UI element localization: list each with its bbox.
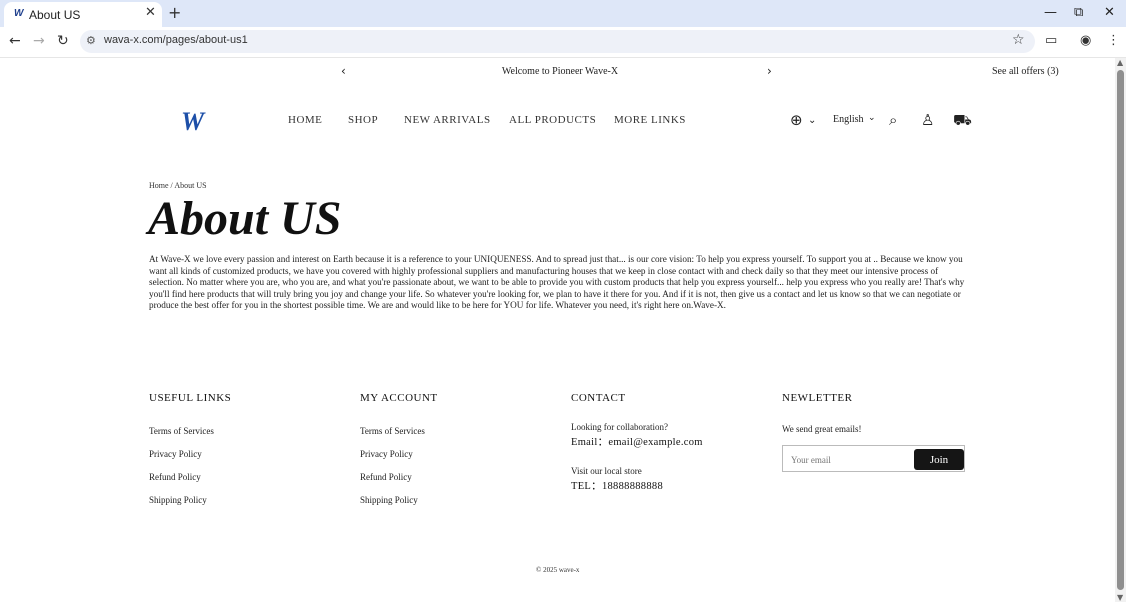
footer-link[interactable]: Shipping Policy bbox=[149, 495, 231, 505]
browser-toolbar: ← → ↻ ⚙ wava-x.com/pages/about-us1 ☆ ▭ ◉… bbox=[0, 27, 1126, 58]
footer-heading: USEFUL LINKS bbox=[149, 392, 232, 404]
newsletter-text: We send great emails! bbox=[782, 424, 862, 434]
nav-new-arrivals[interactable]: NEW ARRIVALS bbox=[404, 114, 491, 126]
page-scrollbar[interactable]: ▲ ▼ bbox=[1115, 58, 1126, 602]
join-button[interactable]: Join bbox=[914, 449, 964, 470]
minimize-icon[interactable]: — bbox=[1044, 5, 1057, 20]
footer-useful-links: USEFUL LINKS Terms of Services Privacy P… bbox=[149, 392, 231, 518]
url-text[interactable]: wava-x.com/pages/about-us1 bbox=[104, 34, 248, 46]
announcement-prev-icon[interactable]: ‹ bbox=[341, 64, 346, 78]
contact-collab-text: Looking for collaboration? bbox=[571, 422, 668, 432]
footer-heading: MY ACCOUNT bbox=[360, 392, 438, 404]
about-body-text: At Wave-X we love every passion and inte… bbox=[149, 254, 965, 311]
footer-link[interactable]: Refund Policy bbox=[149, 472, 231, 482]
footer-heading: NEWLETTER bbox=[782, 392, 853, 404]
new-tab-icon[interactable]: + bbox=[168, 3, 181, 22]
forward-icon[interactable]: → bbox=[33, 33, 45, 49]
footer-link[interactable]: Terms of Services bbox=[149, 426, 231, 436]
site-info-icon[interactable]: ⚙ bbox=[86, 34, 96, 47]
newsletter-form: Join bbox=[782, 445, 965, 472]
contact-store-text: Visit our local store bbox=[571, 466, 642, 476]
nav-home[interactable]: HOME bbox=[288, 114, 322, 126]
chevron-down-icon[interactable]: ⌄ bbox=[808, 115, 816, 126]
contact-email[interactable]: Email：email@example.com bbox=[571, 434, 703, 449]
restore-icon[interactable]: ⧉ bbox=[1074, 5, 1083, 20]
footer-heading: CONTACT bbox=[571, 392, 626, 404]
page-title: About US bbox=[148, 192, 342, 245]
profile-icon[interactable]: ◉ bbox=[1080, 33, 1091, 48]
contact-tel[interactable]: TEL：18888888888 bbox=[571, 478, 703, 493]
copyright-text: © 2025 wave-x bbox=[536, 566, 580, 574]
footer-link[interactable]: Terms of Services bbox=[360, 426, 438, 436]
footer-contact: CONTACT Looking for collaboration? Email… bbox=[571, 392, 703, 493]
browser-tab[interactable]: W About US ✕ bbox=[4, 2, 162, 27]
tab-favicon: W bbox=[14, 8, 24, 19]
footer-link[interactable]: Privacy Policy bbox=[360, 449, 438, 459]
language-selector[interactable]: English bbox=[833, 114, 864, 125]
back-icon[interactable]: ← bbox=[9, 33, 21, 49]
address-bar[interactable]: ⚙ wava-x.com/pages/about-us1 ☆ bbox=[80, 30, 1035, 53]
bookmark-star-icon[interactable]: ☆ bbox=[1012, 32, 1025, 48]
menu-icon[interactable]: ⋮ bbox=[1107, 33, 1120, 48]
close-window-icon[interactable]: ✕ bbox=[1104, 5, 1115, 20]
tab-title: About US bbox=[29, 8, 81, 22]
tab-search-icon[interactable]: ▭ bbox=[1045, 33, 1057, 48]
globe-icon[interactable]: ⊕ bbox=[790, 111, 803, 129]
nav-more-links[interactable]: MORE LINKS bbox=[614, 114, 686, 126]
scroll-down-icon[interactable]: ▼ bbox=[1117, 593, 1123, 602]
announcement-next-icon[interactable]: › bbox=[767, 64, 772, 78]
footer-link[interactable]: Refund Policy bbox=[360, 472, 438, 482]
scroll-up-icon[interactable]: ▲ bbox=[1117, 58, 1123, 67]
footer-newsletter: NEWLETTER We send great emails! bbox=[782, 392, 862, 434]
account-icon[interactable]: ♙ bbox=[921, 111, 934, 129]
footer-link[interactable]: Shipping Policy bbox=[360, 495, 438, 505]
browser-tab-bar: W About US ✕ + — ⧉ ✕ bbox=[0, 0, 1126, 27]
search-icon[interactable]: ⌕ bbox=[889, 111, 897, 129]
language-chevron-icon[interactable]: ⌄ bbox=[868, 113, 876, 123]
reload-icon[interactable]: ↻ bbox=[57, 33, 69, 49]
announcement-text: Welcome to Pioneer Wave-X bbox=[501, 66, 619, 77]
nav-all-products[interactable]: ALL PRODUCTS bbox=[509, 114, 596, 126]
footer-my-account: MY ACCOUNT Terms of Services Privacy Pol… bbox=[360, 392, 438, 518]
close-tab-icon[interactable]: ✕ bbox=[145, 5, 156, 20]
cart-icon[interactable]: ⛟ bbox=[953, 111, 972, 131]
breadcrumb[interactable]: Home / About US bbox=[149, 181, 207, 190]
site-logo[interactable]: W bbox=[181, 107, 204, 137]
see-offers-link[interactable]: See all offers (3) bbox=[992, 66, 1059, 77]
nav-shop[interactable]: SHOP bbox=[348, 114, 378, 126]
footer-link[interactable]: Privacy Policy bbox=[149, 449, 231, 459]
scroll-thumb[interactable] bbox=[1117, 70, 1124, 590]
email-input[interactable] bbox=[789, 451, 913, 469]
